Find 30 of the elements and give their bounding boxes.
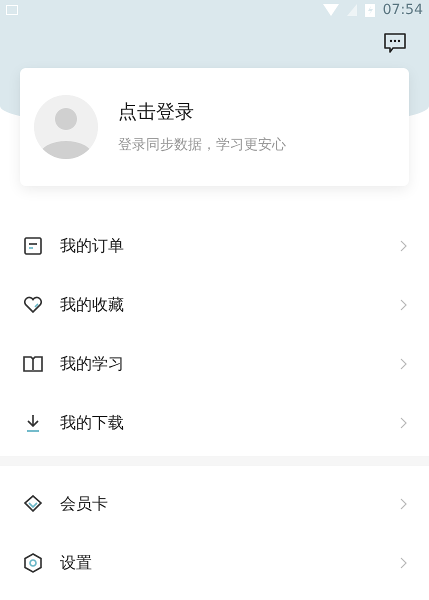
- menu-item[interactable]: 我的学习: [0, 334, 429, 393]
- chevron-right-icon: [400, 240, 407, 252]
- chevron-right-icon: [400, 358, 407, 370]
- image-icon: [6, 5, 18, 15]
- menu-label: 我的订单: [60, 234, 125, 256]
- heart-icon: [22, 294, 44, 316]
- document-icon: [22, 234, 44, 256]
- chevron-right-icon: [400, 298, 407, 310]
- menu-label: 我的学习: [60, 352, 125, 374]
- status-time: 07:54: [382, 0, 423, 20]
- profile-card[interactable]: 点击登录 登录同步数据，学习更安心: [20, 68, 409, 186]
- menu-item[interactable]: 会员卡: [0, 474, 429, 533]
- diamond-icon: [22, 492, 44, 514]
- wifi-icon: [322, 4, 339, 16]
- chevron-right-icon: [400, 556, 407, 568]
- menu-item[interactable]: 设置: [0, 533, 429, 592]
- menu-label: 设置: [60, 552, 93, 574]
- message-icon[interactable]: [383, 32, 407, 54]
- menu-label: 会员卡: [60, 492, 109, 514]
- login-subtitle: 登录同步数据，学习更安心: [118, 136, 286, 155]
- menu-item[interactable]: 我的下载: [0, 393, 429, 452]
- menu-label: 我的下载: [60, 412, 125, 434]
- settings-icon: [22, 552, 44, 574]
- menu-item[interactable]: 我的收藏: [0, 275, 429, 334]
- menu-label: 我的收藏: [60, 294, 125, 316]
- menu-item[interactable]: 我的订单: [0, 216, 429, 275]
- battery-icon: [364, 3, 375, 17]
- chevron-right-icon: [400, 416, 407, 428]
- chevron-right-icon: [400, 498, 407, 510]
- login-title: 点击登录: [118, 100, 195, 126]
